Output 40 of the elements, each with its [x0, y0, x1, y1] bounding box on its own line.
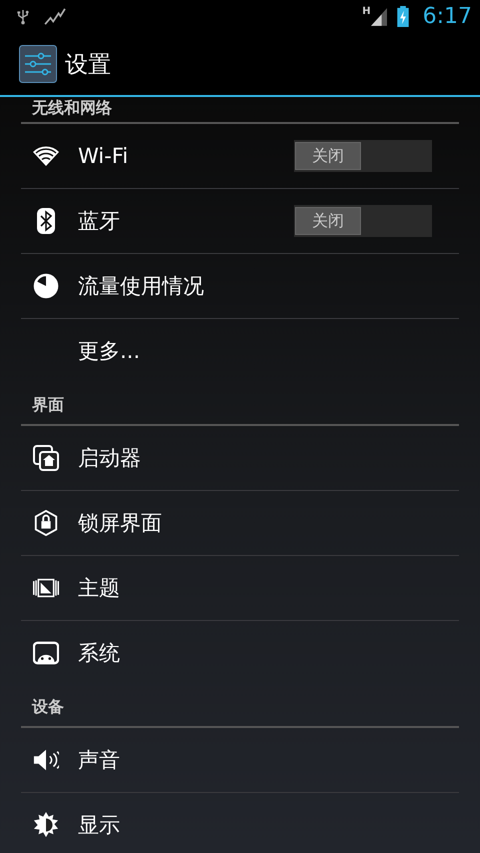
switch-thumb: 关闭 — [295, 142, 361, 170]
action-bar-title: 设置 — [65, 50, 111, 80]
settings-item[interactable]: 蓝牙 关闭 — [21, 189, 459, 254]
section-header: 无线和网络 — [21, 97, 459, 124]
pie-chart-icon — [33, 273, 59, 299]
settings-item[interactable]: 流量使用情况 — [21, 254, 459, 319]
network-type-label: H — [362, 6, 371, 17]
signal-icon — [370, 8, 387, 26]
settings-item[interactable]: 声音 — [21, 728, 459, 793]
item-label: 更多... — [78, 338, 142, 365]
settings-item[interactable]: 更多... — [21, 319, 459, 383]
toggle-switch[interactable]: 关闭 — [294, 205, 432, 237]
switch-thumb: 关闭 — [295, 207, 361, 235]
section-header: 设备 — [21, 696, 459, 728]
item-label: 主题 — [78, 575, 121, 602]
toggle-switch[interactable]: 关闭 — [294, 140, 432, 172]
item-label: 流量使用情况 — [78, 273, 205, 300]
section-header: 界面 — [21, 394, 459, 426]
clock-time: 6:17 — [422, 4, 472, 29]
brightness-icon — [33, 812, 59, 838]
settings-item[interactable]: 系统 — [21, 621, 459, 685]
settings-app-icon — [19, 45, 57, 83]
settings-item[interactable]: 显示 — [21, 793, 459, 853]
settings-item[interactable]: 启动器 — [21, 426, 459, 491]
item-label: 声音 — [78, 747, 121, 774]
android-head-icon — [33, 640, 59, 666]
item-label: 显示 — [78, 812, 121, 839]
settings-item[interactable]: 主题 — [21, 556, 459, 621]
item-label: 系统 — [78, 640, 121, 667]
speaker-icon — [33, 747, 59, 773]
item-label: 蓝牙 — [78, 208, 121, 235]
settings-item[interactable]: Wi-Fi 关闭 — [21, 124, 459, 189]
home-screen-icon — [33, 445, 59, 471]
settings-item[interactable]: 锁屏界面 — [21, 491, 459, 556]
activity-graph-icon — [44, 8, 66, 26]
item-label: Wi-Fi — [78, 144, 130, 168]
battery-charging-icon — [396, 6, 409, 27]
item-label: 锁屏界面 — [78, 510, 163, 537]
lock-icon — [33, 510, 59, 536]
item-label: 启动器 — [78, 445, 142, 472]
